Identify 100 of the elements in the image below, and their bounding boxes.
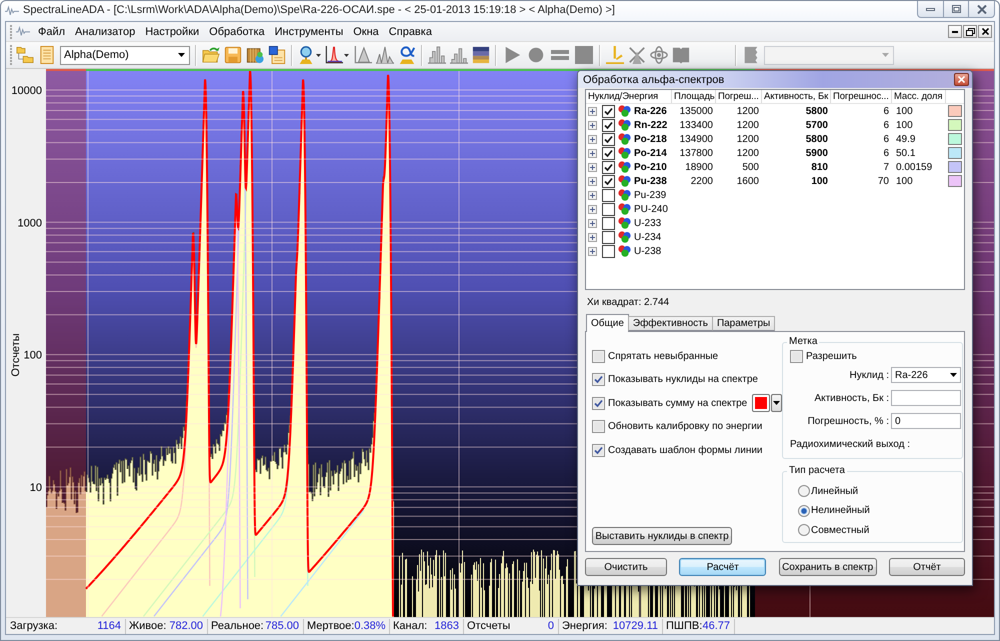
- tab[interactable]: Общие: [586, 314, 629, 332]
- caret-icon[interactable]: [316, 54, 321, 56]
- peak-chart-icon[interactable]: [325, 46, 343, 64]
- radio-button[interactable]: [798, 504, 810, 516]
- place-nuclides-button[interactable]: Выставить нуклиды в спектр: [592, 527, 732, 545]
- document-logo-icon[interactable]: [16, 26, 30, 37]
- tab[interactable]: Эффективность: [628, 316, 713, 331]
- dialog-button[interactable]: Сохранить в спектр: [778, 558, 877, 576]
- expand-icon[interactable]: [588, 204, 597, 214]
- caret-icon[interactable]: [344, 54, 349, 56]
- checkbox[interactable]: [602, 202, 615, 216]
- column-header[interactable]: Активность, Бк: [762, 90, 831, 103]
- maximize-button[interactable]: [943, 1, 969, 18]
- checkbox[interactable]: [602, 174, 615, 188]
- restore-button[interactable]: [963, 25, 977, 38]
- checkbox[interactable]: [602, 146, 615, 160]
- close-button[interactable]: [954, 73, 969, 86]
- triangle-chart-icon[interactable]: [354, 46, 372, 64]
- expand-icon[interactable]: [588, 134, 597, 144]
- checkbox[interactable]: [592, 420, 605, 433]
- checkbox[interactable]: [602, 118, 615, 132]
- color-button[interactable]: [752, 394, 770, 412]
- expand-icon[interactable]: [588, 218, 597, 228]
- expand-icon[interactable]: [588, 190, 597, 200]
- checkbox[interactable]: [602, 160, 615, 174]
- box-icon[interactable]: [246, 46, 264, 64]
- table-cell-text: 6: [882, 132, 890, 146]
- status-value: 785.00: [265, 620, 299, 632]
- close-button[interactable]: [978, 25, 992, 38]
- magnifier-icon[interactable]: [297, 46, 315, 64]
- dialog-button[interactable]: Отчёт: [888, 558, 965, 576]
- expand-icon[interactable]: [588, 232, 597, 242]
- checkbox[interactable]: [602, 188, 615, 202]
- expand-icon[interactable]: [588, 148, 597, 158]
- checkbox[interactable]: [602, 230, 615, 244]
- column-header[interactable]: Погрешнос...: [831, 90, 892, 103]
- checkbox[interactable]: [602, 104, 615, 118]
- crossed-peak-icon[interactable]: [628, 46, 646, 64]
- column-header[interactable]: Погреш...: [716, 90, 762, 103]
- dialog-button[interactable]: Расчёт: [679, 558, 766, 576]
- input-field[interactable]: [891, 390, 961, 406]
- close-icon: [958, 76, 965, 83]
- histogram-icon[interactable]: [428, 46, 446, 64]
- folders-icon[interactable]: [16, 46, 34, 64]
- play-icon[interactable]: [503, 46, 521, 64]
- dialog-button[interactable]: Очистить: [585, 558, 667, 576]
- checkbox[interactable]: [602, 132, 615, 146]
- checkbox[interactable]: [592, 373, 605, 386]
- checkbox[interactable]: [592, 350, 605, 362]
- checkbox[interactable]: [790, 350, 803, 362]
- menu-item[interactable]: Окна: [349, 24, 383, 38]
- expand-icon[interactable]: [588, 162, 597, 172]
- checkbox[interactable]: [602, 244, 615, 258]
- table-cell-text: 100: [895, 118, 914, 132]
- menu-item[interactable]: Справка: [384, 24, 436, 38]
- page-icon[interactable]: [742, 46, 760, 64]
- tab[interactable]: Параметры: [712, 316, 776, 331]
- menu-item[interactable]: Настройки: [141, 24, 204, 38]
- nuclide-combo[interactable]: Ra-226: [891, 367, 961, 383]
- status-label: Мертвое:: [307, 620, 354, 632]
- table-cell-text: 100: [810, 174, 829, 188]
- checkbox[interactable]: [592, 444, 605, 456]
- menu-item[interactable]: Файл: [34, 24, 70, 38]
- column-header[interactable]: Нуклид/Энергия: [586, 90, 672, 103]
- input-field[interactable]: 0: [891, 413, 961, 429]
- detector-combo[interactable]: Alpha(Demo): [60, 46, 190, 64]
- expand-icon[interactable]: [588, 176, 597, 186]
- axis-tick-label: 1000: [18, 217, 42, 230]
- expand-icon[interactable]: [588, 106, 597, 116]
- axis-tick-label: 10000: [11, 85, 42, 97]
- picture-document-icon[interactable]: [268, 46, 286, 64]
- menu-item[interactable]: Анализатор: [71, 24, 140, 38]
- nuclide-name: Pu-239: [634, 190, 666, 200]
- spectrum-bars-icon[interactable]: [472, 46, 490, 64]
- peaks-chart-icon[interactable]: [376, 46, 394, 64]
- close-icon: [982, 28, 988, 35]
- column-header[interactable]: Площадь: [672, 90, 716, 103]
- table-cell-text: 134900: [678, 132, 714, 146]
- status-value: 0.38%: [354, 620, 386, 632]
- status-label: ПШПВ:: [666, 620, 702, 632]
- alpha-icon[interactable]: [398, 46, 416, 64]
- radio-button[interactable]: [798, 485, 810, 497]
- atom-icon[interactable]: [650, 46, 668, 64]
- expand-icon[interactable]: [588, 120, 597, 130]
- radio-button[interactable]: [798, 524, 810, 536]
- book-icon[interactable]: [672, 46, 690, 64]
- minimize-button[interactable]: [948, 25, 962, 38]
- document-icon[interactable]: [38, 46, 56, 64]
- peak-marker-icon[interactable]: [606, 46, 624, 64]
- menu-item[interactable]: Инструменты: [270, 24, 348, 38]
- checkbox[interactable]: [602, 216, 615, 230]
- menu-item[interactable]: Обработка: [205, 24, 269, 38]
- save-icon[interactable]: [224, 46, 242, 64]
- table-cell-text: 137800: [678, 146, 714, 160]
- record-icon[interactable]: [527, 46, 545, 64]
- open-folder-icon[interactable]: [202, 46, 220, 64]
- column-header[interactable]: Масс. доля: [892, 90, 946, 103]
- expand-icon[interactable]: [588, 246, 597, 256]
- dropdown-button[interactable]: [771, 394, 782, 412]
- checkbox[interactable]: [592, 396, 605, 410]
